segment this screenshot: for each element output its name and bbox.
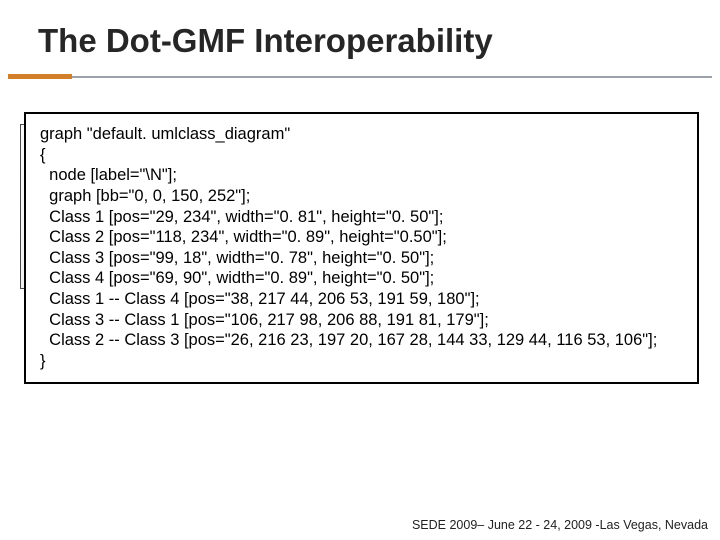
code-line: Class 1 [pos="29, 234", width="0. 81", h… bbox=[40, 207, 683, 228]
code-line: Class 1 -- Class 4 [pos="38, 217 44, 206… bbox=[40, 289, 683, 310]
code-line: Class 3 -- Class 1 [pos="106, 217 98, 20… bbox=[40, 310, 683, 331]
code-line: graph [bb="0, 0, 150, 252"]; bbox=[40, 186, 683, 207]
code-line: Class 2 -- Class 3 [pos="26, 216 23, 197… bbox=[40, 330, 683, 351]
code-line: Class 4 [pos="69, 90", width="0. 89", he… bbox=[40, 268, 683, 289]
code-line: { bbox=[40, 145, 683, 166]
code-line: Class 3 [pos="99, 18", width="0. 78", he… bbox=[40, 248, 683, 269]
code-line: node [label="\N"]; bbox=[40, 165, 683, 186]
slide: The Dot-GMF Interoperability GMF Editor … bbox=[0, 0, 720, 540]
dot-code-box: graph "default. umlclass_diagram" { node… bbox=[24, 112, 699, 384]
code-line: } bbox=[40, 351, 683, 372]
slide-footer: SEDE 2009– June 22 - 24, 2009 -Las Vegas… bbox=[412, 518, 708, 532]
accent-bar bbox=[8, 74, 72, 79]
divider-bar bbox=[72, 76, 712, 78]
slide-title: The Dot-GMF Interoperability bbox=[0, 0, 720, 68]
title-rule bbox=[0, 68, 720, 86]
code-line: Class 2 [pos="118, 234", width="0. 89", … bbox=[40, 227, 683, 248]
code-line: graph "default. umlclass_diagram" bbox=[40, 124, 683, 145]
diagram-area: GMF Editor Graphviz Dot GMF Editor graph… bbox=[12, 112, 708, 457]
